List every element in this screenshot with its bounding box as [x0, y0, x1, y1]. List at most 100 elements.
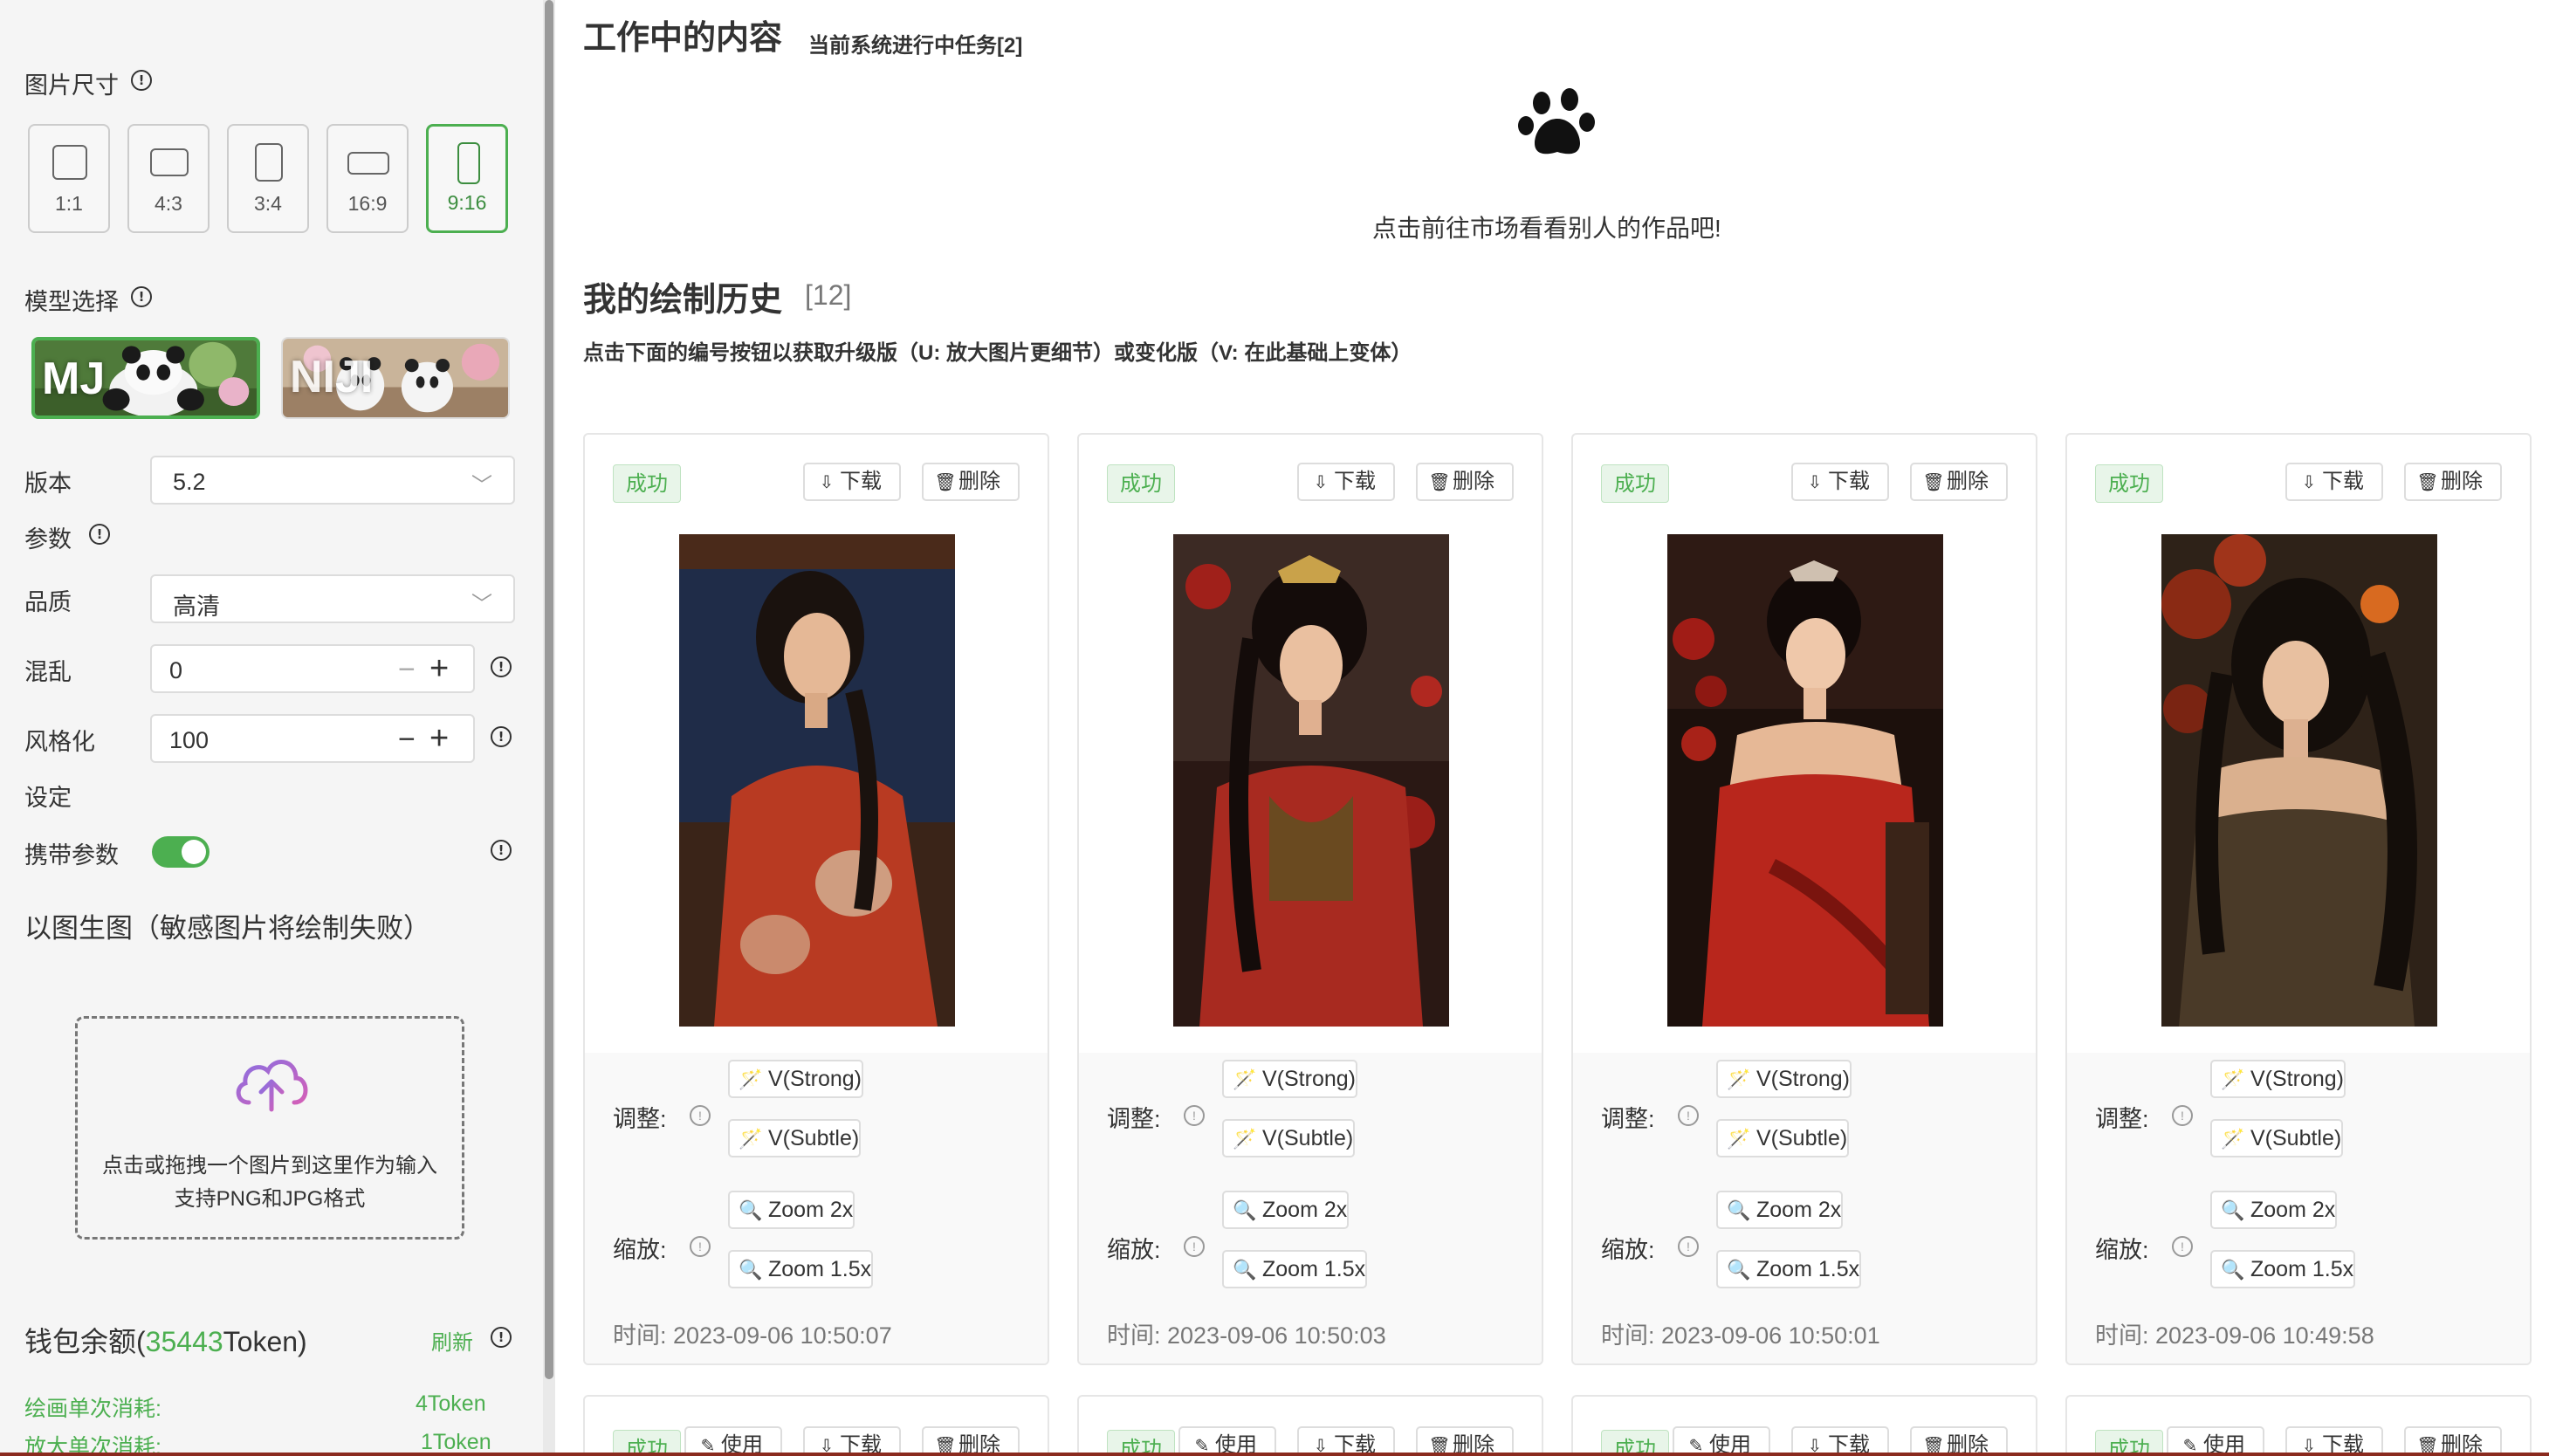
download-button[interactable]: ⇩ 下载: [1297, 1426, 1395, 1456]
chevron-down-icon: ﹀: [471, 474, 492, 498]
download-button[interactable]: ⇩ 下载: [803, 1426, 901, 1456]
stylize-info-icon[interactable]: !: [491, 726, 512, 747]
delete-button[interactable]: 🗑删除: [2404, 1426, 2502, 1456]
v-subtle-button[interactable]: 🪄 V(Subtle): [728, 1119, 862, 1157]
v-subtle-button[interactable]: 🪄 V(Subtle): [2210, 1119, 2344, 1157]
zoom-2x-button[interactable]: 🔍 Zoom 2x: [2210, 1191, 2338, 1229]
delete-button[interactable]: 🗑删除: [1416, 463, 1514, 501]
zoom-1-5x-label: Zoom 1.5x: [768, 1257, 872, 1281]
generated-image: [2161, 534, 2437, 1027]
zoom-info-icon[interactable]: !: [690, 1236, 711, 1257]
wallet-info-icon[interactable]: !: [491, 1327, 512, 1348]
download-button[interactable]: ⇩ 下载: [2285, 1426, 2383, 1456]
use-button[interactable]: ✎ 使用: [1673, 1426, 1770, 1456]
adjust-info-icon[interactable]: !: [690, 1105, 711, 1126]
ratio-4-3[interactable]: 4:3: [127, 124, 210, 233]
v-subtle-button[interactable]: 🪄 V(Subtle): [1716, 1119, 1850, 1157]
paw-icon: [1518, 88, 1595, 155]
zoom-1-5x-button[interactable]: 🔍 Zoom 1.5x: [728, 1250, 874, 1288]
ratio-9-16[interactable]: 9:16: [426, 124, 508, 233]
quality-select[interactable]: 高清 ﹀: [150, 574, 515, 623]
ratio-label: 3:4: [254, 192, 282, 215]
delete-button[interactable]: 🗑删除: [1416, 1426, 1514, 1456]
size-info-icon[interactable]: !: [131, 70, 152, 91]
stylize-stepper[interactable]: 100 − +: [150, 714, 475, 763]
market-link[interactable]: 点击前往市场看看别人的作品吧!: [1372, 209, 1721, 244]
delete-button[interactable]: 🗑删除: [922, 1426, 1020, 1456]
zoom-info-icon[interactable]: !: [1678, 1236, 1699, 1257]
stylize-value: 100: [169, 727, 210, 753]
carry-params-info-icon[interactable]: !: [491, 840, 512, 861]
image-upload-dropzone[interactable]: 点击或拖拽一个图片到这里作为输入 支持PNG和JPG格式: [75, 1016, 464, 1240]
model-mj[interactable]: MJ: [31, 337, 260, 419]
download-label: 下载: [2322, 470, 2364, 493]
ratio-3-4[interactable]: 3:4: [227, 124, 309, 233]
download-button[interactable]: ⇩ 下载: [2285, 463, 2383, 501]
v-strong-button[interactable]: 🪄 V(Strong): [1222, 1060, 1357, 1098]
zoom-1-5x-button[interactable]: 🔍 Zoom 1.5x: [2210, 1250, 2356, 1288]
v-subtle-button[interactable]: 🪄 V(Subtle): [1222, 1119, 1356, 1157]
use-button[interactable]: ✎ 使用: [2167, 1426, 2264, 1456]
zoom-info-icon[interactable]: !: [1184, 1236, 1205, 1257]
stylize-plus-button[interactable]: +: [429, 720, 449, 758]
zoom-2x-button[interactable]: 🔍 Zoom 2x: [1222, 1191, 1350, 1229]
adjust-info-icon[interactable]: !: [2172, 1105, 2193, 1126]
carry-params-toggle[interactable]: [152, 836, 210, 868]
chaos-stepper[interactable]: 0 − +: [150, 644, 475, 693]
refresh-link[interactable]: 刷新: [431, 1325, 473, 1356]
model-info-icon[interactable]: !: [131, 286, 152, 307]
quality-label: 品质: [24, 589, 72, 615]
zoom-info-icon[interactable]: !: [2172, 1236, 2193, 1257]
status-badge: 成功: [613, 464, 681, 503]
upload-format-hint: 支持PNG和JPG格式: [174, 1187, 366, 1211]
v-strong-button[interactable]: 🪄 V(Strong): [1716, 1060, 1852, 1098]
v-subtle-label: V(Subtle): [1262, 1126, 1354, 1150]
model-niji[interactable]: NIJI: [281, 337, 510, 419]
v-strong-button[interactable]: 🪄 V(Strong): [2210, 1060, 2346, 1098]
magic-wand-icon: 🪄: [739, 1128, 763, 1150]
ratio-1-1[interactable]: 1:1: [28, 124, 110, 233]
download-button[interactable]: ⇩ 下载: [1297, 463, 1395, 501]
chaos-plus-button[interactable]: +: [429, 650, 449, 688]
settings-label: 设定: [24, 785, 72, 811]
cloud-upload-icon: [236, 1060, 308, 1112]
v-subtle-label: V(Subtle): [768, 1126, 860, 1150]
adjust-info-icon[interactable]: !: [1678, 1105, 1699, 1126]
trash-icon: 🗑: [934, 473, 957, 492]
chaos-info-icon[interactable]: !: [491, 656, 512, 677]
sidebar-scrollbar[interactable]: [543, 0, 555, 1456]
delete-button[interactable]: 🗑删除: [2404, 463, 2502, 501]
chaos-label: 混乱: [24, 659, 72, 685]
working-title: 工作中的内容: [583, 20, 783, 57]
delete-button[interactable]: 🗑删除: [922, 463, 1020, 501]
use-button[interactable]: ✎ 使用: [1178, 1426, 1276, 1456]
adjust-info-icon[interactable]: !: [1184, 1105, 1205, 1126]
version-select[interactable]: 5.2 ﹀: [150, 456, 515, 505]
scrollbar-thumb[interactable]: [545, 0, 553, 1379]
zoom-2x-button[interactable]: 🔍 Zoom 2x: [728, 1191, 855, 1229]
zoom-1-5x-button[interactable]: 🔍 Zoom 1.5x: [1222, 1250, 1368, 1288]
zoom-1-5x-button[interactable]: 🔍 Zoom 1.5x: [1716, 1250, 1862, 1288]
v-strong-button[interactable]: 🪄 V(Strong): [728, 1060, 863, 1098]
magnifier-icon: 🔍: [1727, 1259, 1751, 1281]
download-label: 下载: [840, 470, 882, 493]
adjust-label: 调整:: [1107, 1106, 1161, 1132]
ratio-label: 9:16: [447, 191, 487, 214]
ratio-16-9[interactable]: 16:9: [326, 124, 409, 233]
v-strong-label: V(Strong): [1262, 1067, 1356, 1091]
delete-button[interactable]: 🗑删除: [1910, 1426, 2008, 1456]
use-button[interactable]: ✎ 使用: [684, 1426, 782, 1456]
download-button[interactable]: ⇩ 下载: [1791, 463, 1889, 501]
zoom-2x-button[interactable]: 🔍 Zoom 2x: [1716, 1191, 1844, 1229]
history-count: [12]: [805, 279, 852, 311]
ratio-label: 16:9: [347, 192, 388, 215]
chaos-minus-button[interactable]: −: [398, 653, 416, 687]
download-button[interactable]: ⇩ 下载: [803, 463, 901, 501]
status-badge: 成功: [1107, 464, 1175, 503]
stylize-minus-button[interactable]: −: [398, 723, 416, 757]
magnifier-icon: 🔍: [2221, 1259, 2245, 1281]
params-info-icon[interactable]: !: [89, 524, 110, 545]
params-label: 参数: [24, 526, 72, 553]
delete-button[interactable]: 🗑删除: [1910, 463, 2008, 501]
download-button[interactable]: ⇩ 下载: [1791, 1426, 1889, 1456]
